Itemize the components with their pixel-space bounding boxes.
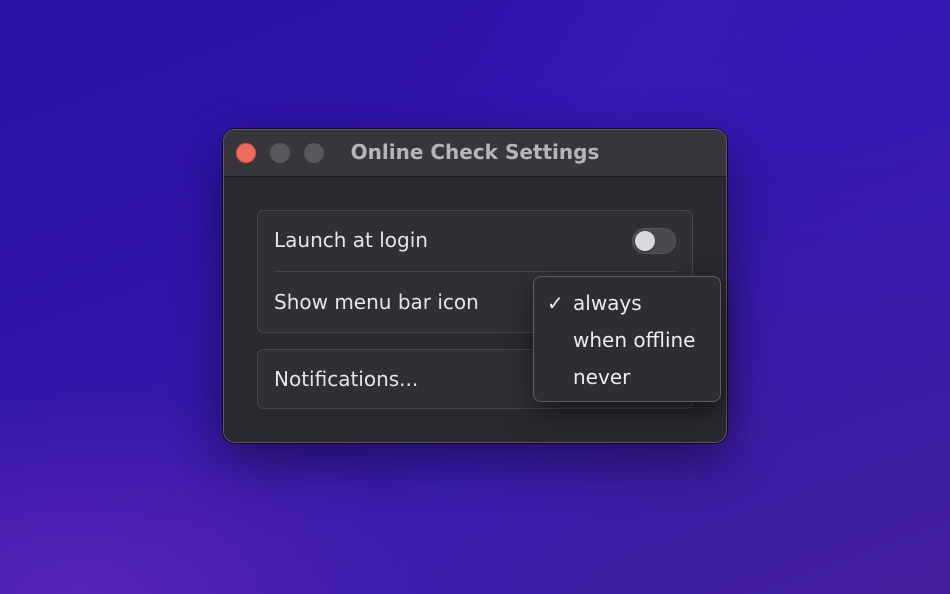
menu-item-label: never <box>573 365 631 389</box>
launch-at-login-toggle[interactable] <box>632 228 676 254</box>
menu-item-when-offline[interactable]: when offline <box>534 323 720 357</box>
checkmark-icon: ✓ <box>547 291 564 315</box>
show-menu-bar-icon-label: Show menu bar icon <box>274 290 479 314</box>
title-bar[interactable]: Online Check Settings <box>224 130 726 177</box>
toggle-knob <box>635 231 655 251</box>
window-title: Online Check Settings <box>350 140 600 164</box>
menu-item-always[interactable]: ✓ always <box>534 286 720 320</box>
menu-bar-icon-popup-menu: ✓ always when offline never <box>533 276 721 402</box>
notifications-label: Notifications... <box>274 367 419 391</box>
menu-item-label: when offline <box>573 328 696 352</box>
menu-item-never[interactable]: never <box>534 360 720 394</box>
settings-window: Online Check Settings Launch at login Sh… <box>223 129 727 443</box>
row-divider <box>274 271 678 272</box>
launch-at-login-label: Launch at login <box>274 228 428 252</box>
menu-item-label: always <box>573 291 642 315</box>
